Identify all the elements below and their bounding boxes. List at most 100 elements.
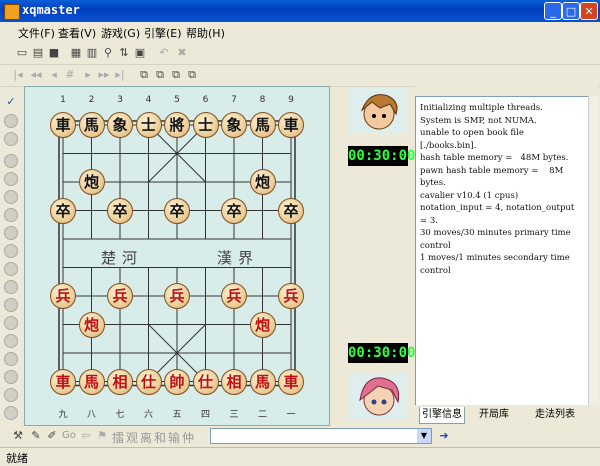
- black-piece[interactable]: 卒: [50, 197, 76, 224]
- save-icon[interactable]: ■: [46, 45, 62, 61]
- palette-piece[interactable]: [4, 334, 18, 348]
- black-piece[interactable]: 卒: [221, 197, 247, 224]
- undo-icon[interactable]: ↶: [156, 45, 172, 61]
- flip-icon[interactable]: ⇅: [116, 45, 132, 61]
- check-icon[interactable]: ✓: [3, 94, 19, 110]
- menu-file[interactable]: 文件(F): [18, 25, 55, 41]
- palette-piece[interactable]: [4, 114, 18, 128]
- dropdown-arrow-icon[interactable]: ▼: [417, 429, 431, 443]
- window-title: xqmaster: [22, 3, 80, 17]
- red-piece[interactable]: 兵: [164, 283, 190, 309]
- black-piece[interactable]: 卒: [164, 197, 190, 224]
- palette-piece[interactable]: [4, 388, 18, 402]
- black-piece[interactable]: 象: [107, 112, 133, 138]
- red-piece[interactable]: 仕: [192, 368, 219, 395]
- black-piece[interactable]: 象: [221, 112, 247, 138]
- black-piece[interactable]: 士: [135, 112, 162, 138]
- tab-engine-info[interactable]: 引擎信息: [419, 407, 465, 424]
- red-piece[interactable]: 炮: [78, 311, 105, 338]
- paste-icon[interactable]: ⧉: [152, 67, 168, 83]
- palette-piece[interactable]: [4, 370, 18, 384]
- move-input[interactable]: ▼: [210, 428, 432, 444]
- black-piece[interactable]: 車: [278, 112, 304, 138]
- hint-icon[interactable]: ⚲: [100, 45, 116, 61]
- menu-engine[interactable]: 引擎(E): [144, 25, 182, 41]
- red-piece[interactable]: 兵: [50, 283, 76, 309]
- red-piece[interactable]: 馬: [249, 368, 276, 395]
- red-piece[interactable]: 仕: [135, 368, 162, 395]
- flag-icon[interactable]: ⚑: [94, 428, 110, 444]
- console-scrollbar[interactable]: [588, 96, 599, 406]
- menu-help[interactable]: 帮助(H): [186, 25, 225, 41]
- red-piece[interactable]: 炮: [249, 311, 276, 338]
- open-icon[interactable]: ▤: [30, 45, 46, 61]
- status-bar: 就绪: [0, 447, 600, 466]
- edit-icon[interactable]: ✐: [44, 428, 60, 444]
- close-button[interactable]: ✕: [580, 2, 598, 20]
- menu-view[interactable]: 查看(V): [58, 25, 96, 41]
- board-setup-icon[interactable]: ▦: [68, 45, 84, 61]
- red-piece[interactable]: 車: [50, 368, 76, 395]
- black-piece[interactable]: 炮: [78, 169, 105, 195]
- palette-piece[interactable]: [4, 226, 18, 240]
- palette-piece[interactable]: [4, 172, 18, 186]
- top-file-label: 9: [288, 95, 294, 105]
- black-piece[interactable]: 士: [192, 112, 219, 138]
- go-button[interactable]: Go: [62, 430, 76, 441]
- palette-piece[interactable]: [4, 208, 18, 222]
- palette-piece[interactable]: [4, 262, 18, 276]
- next-move-icon[interactable]: ▸: [80, 67, 96, 83]
- minimize-button[interactable]: _: [544, 2, 562, 20]
- red-piece[interactable]: 相: [107, 368, 133, 395]
- black-piece[interactable]: 炮: [249, 169, 276, 195]
- red-piece[interactable]: 相: [221, 368, 247, 395]
- last-move-icon[interactable]: ▸|: [112, 67, 128, 83]
- palette-piece[interactable]: [4, 154, 18, 168]
- prev-move-icon[interactable]: ◂: [46, 67, 62, 83]
- first-move-icon[interactable]: |◂: [10, 67, 26, 83]
- prev-fast-icon[interactable]: ◂◂: [28, 67, 44, 83]
- next-fast-icon[interactable]: ▸▸: [96, 67, 112, 83]
- bottom-file-label: 二: [257, 410, 267, 420]
- paste-fen-icon[interactable]: ⧉: [184, 67, 200, 83]
- copy-icon[interactable]: ⧉: [136, 67, 152, 83]
- red-piece[interactable]: 兵: [278, 283, 304, 309]
- board-edit-icon[interactable]: ▥: [84, 45, 100, 61]
- black-piece[interactable]: 卒: [278, 197, 304, 224]
- arrow-icon[interactable]: ⇦: [78, 428, 94, 444]
- black-piece[interactable]: 將: [164, 112, 190, 138]
- palette-piece[interactable]: [4, 244, 18, 258]
- palette-piece[interactable]: [4, 406, 18, 420]
- top-file-label: 1: [60, 95, 66, 105]
- tab-opening-book[interactable]: 开局库: [477, 407, 511, 423]
- stop-icon[interactable]: ✖: [174, 45, 190, 61]
- maximize-button[interactable]: □: [562, 2, 580, 20]
- wrench-icon[interactable]: ⚒: [10, 428, 26, 444]
- tools-icon[interactable]: ✎: [28, 428, 44, 444]
- red-piece[interactable]: 兵: [107, 283, 133, 309]
- red-piece[interactable]: 兵: [221, 283, 247, 309]
- black-piece[interactable]: 馬: [78, 112, 105, 138]
- palette-piece[interactable]: [4, 352, 18, 366]
- black-piece[interactable]: 馬: [249, 112, 276, 138]
- submit-move-icon[interactable]: ➜: [436, 428, 452, 444]
- palette-piece[interactable]: [4, 298, 18, 312]
- top-file-label: 7: [231, 95, 237, 105]
- screenshot-icon[interactable]: ▣: [132, 45, 148, 61]
- new-icon[interactable]: ▭: [14, 45, 30, 61]
- red-piece[interactable]: 帥: [164, 368, 190, 395]
- goto-move-icon[interactable]: #: [62, 67, 78, 83]
- black-piece[interactable]: 車: [50, 112, 76, 138]
- palette-piece[interactable]: [4, 316, 18, 330]
- black-piece[interactable]: 卒: [107, 197, 133, 224]
- notation-buttons[interactable]: 擂观离和输仲: [112, 429, 196, 446]
- red-piece[interactable]: 車: [278, 368, 304, 395]
- palette-piece[interactable]: [4, 280, 18, 294]
- red-piece[interactable]: 馬: [78, 368, 105, 395]
- copy-fen-icon[interactable]: ⧉: [168, 67, 184, 83]
- xiangqi-board[interactable]: 123456789 九八七六五四三二一 楚河 漢界 車馬象士將士象馬車炮炮卒卒卒…: [24, 86, 330, 426]
- menu-game[interactable]: 游戏(G): [101, 25, 140, 41]
- palette-piece[interactable]: [4, 190, 18, 204]
- palette-piece[interactable]: [4, 132, 18, 146]
- tab-move-list[interactable]: 走法列表: [533, 407, 577, 423]
